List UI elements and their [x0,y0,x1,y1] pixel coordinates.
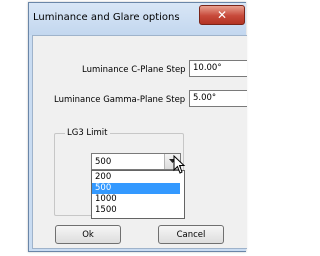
ok-button[interactable]: Ok [55,225,121,244]
dropdown-option-200[interactable]: 200 [92,172,180,183]
mouse-pointer-icon [173,155,186,174]
lg3-limit-label: LG3 Limit [65,128,110,138]
c-plane-step-label: Luminance C-Plane Step [82,65,186,75]
c-plane-step-input[interactable]: 10.00° [189,60,247,77]
window-title: Luminance and Glare options [33,12,180,23]
dropdown-option-1000[interactable]: 1000 [92,194,180,205]
screen: Luminance and Glare options ✕ Luminance … [0,0,247,256]
dropdown-option-1500[interactable]: 1500 [92,205,180,216]
gamma-plane-step-input[interactable]: 5.00° [189,90,247,107]
lg3-limit-combobox[interactable]: 500 [91,153,181,170]
lg3-limit-selected-value: 500 [95,157,112,167]
lg3-limit-dropdown-list: 200 500 1000 1500 [91,170,185,219]
close-button[interactable]: ✕ [199,5,245,25]
close-icon: ✕ [216,8,228,22]
dropdown-option-500[interactable]: 500 [92,183,180,194]
gamma-plane-step-label: Luminance Gamma-Plane Step [54,95,186,105]
cancel-button[interactable]: Cancel [158,225,224,244]
title-bar[interactable]: Luminance and Glare options ✕ [29,3,246,35]
